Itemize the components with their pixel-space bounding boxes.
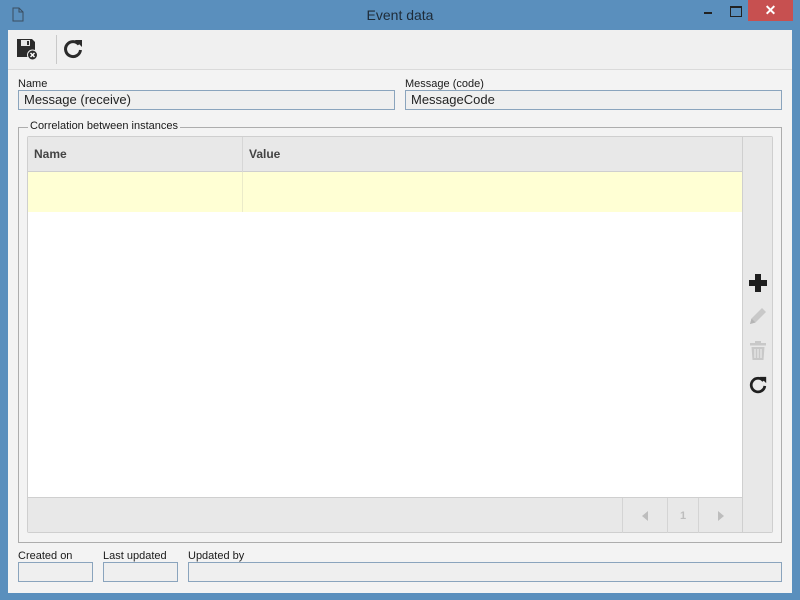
updated-by-label: Updated by bbox=[188, 550, 245, 562]
save-close-icon bbox=[17, 39, 38, 60]
grid-header: Name Value bbox=[28, 137, 742, 172]
cell-name[interactable] bbox=[28, 172, 243, 212]
window-title: Event data bbox=[366, 7, 434, 23]
last-updated-label: Last updated bbox=[103, 550, 167, 562]
triangle-right-icon bbox=[717, 510, 724, 521]
refresh-icon bbox=[749, 376, 767, 394]
title-bar[interactable]: Event data ✕ bbox=[0, 0, 800, 30]
correlation-grid: Name Value 1 bbox=[27, 136, 773, 533]
last-updated-field[interactable] bbox=[103, 562, 178, 582]
add-button[interactable] bbox=[747, 271, 769, 295]
window-content: Name Message (receive) Message (code) Me… bbox=[8, 30, 792, 593]
trash-icon bbox=[750, 341, 766, 360]
close-button[interactable]: ✕ bbox=[748, 0, 793, 21]
cell-value[interactable] bbox=[243, 172, 742, 212]
refresh-grid-button[interactable] bbox=[747, 373, 769, 397]
column-header-value[interactable]: Value bbox=[243, 137, 742, 172]
minimize-button[interactable] bbox=[694, 0, 720, 21]
correlation-legend: Correlation between instances bbox=[28, 120, 180, 132]
delete-button[interactable] bbox=[747, 339, 769, 363]
message-code-field[interactable]: MessageCode bbox=[405, 90, 782, 110]
grid-action-bar bbox=[742, 137, 772, 532]
refresh-button[interactable] bbox=[60, 36, 86, 62]
table-row[interactable] bbox=[28, 172, 742, 212]
page-number: 1 bbox=[667, 498, 698, 533]
grid-table: Name Value bbox=[28, 137, 742, 497]
created-on-field[interactable] bbox=[18, 562, 93, 582]
triangle-left-icon bbox=[642, 510, 648, 521]
updated-by-field[interactable] bbox=[188, 562, 782, 582]
maximize-button[interactable] bbox=[723, 0, 749, 21]
plus-icon bbox=[749, 274, 767, 292]
refresh-icon bbox=[64, 40, 82, 59]
next-page-button[interactable] bbox=[698, 498, 742, 533]
toolbar-separator bbox=[56, 35, 57, 64]
name-label: Name bbox=[18, 78, 48, 90]
edit-button[interactable] bbox=[747, 304, 769, 328]
message-code-label: Message (code) bbox=[405, 78, 484, 90]
created-on-label: Created on bbox=[18, 550, 73, 562]
previous-page-button[interactable] bbox=[622, 498, 667, 533]
toolbar bbox=[8, 30, 792, 70]
grid-pager: 1 bbox=[28, 497, 742, 533]
name-field[interactable]: Message (receive) bbox=[18, 90, 395, 110]
column-header-name[interactable]: Name bbox=[28, 137, 243, 172]
save-and-close-button[interactable] bbox=[14, 36, 40, 62]
pencil-icon bbox=[750, 308, 766, 324]
close-icon: ✕ bbox=[764, 2, 777, 18]
